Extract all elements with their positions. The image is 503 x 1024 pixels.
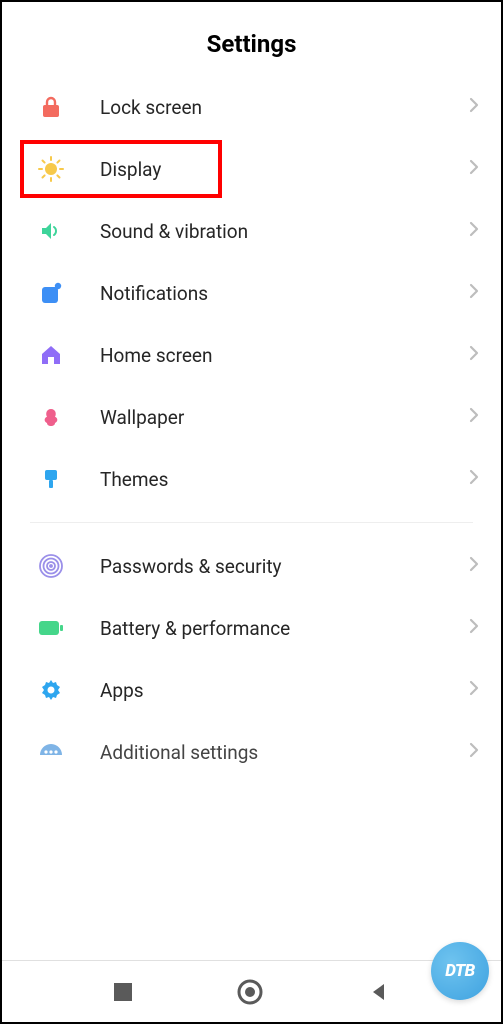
header: Settings [2,2,501,76]
chevron-right-icon [469,742,479,762]
settings-item-label: Notifications [100,282,469,305]
page-title: Settings [2,30,501,58]
settings-item-label: Lock screen [100,96,469,119]
settings-item-notifications[interactable]: Notifications [2,262,501,324]
chevron-right-icon [469,618,479,638]
badge-text: DTB [445,961,474,981]
settings-list: Lock screen Display Sound & vibration No… [2,76,501,954]
settings-item-wallpaper[interactable]: Wallpaper [2,386,501,448]
chevron-right-icon [469,680,479,700]
back-button[interactable] [369,982,389,1002]
settings-item-themes[interactable]: Themes [2,448,501,510]
navigation-bar [2,960,501,1022]
settings-item-label: Themes [100,468,469,491]
chevron-right-icon [469,469,479,489]
home-icon [38,342,64,368]
settings-item-additional[interactable]: Additional settings [2,721,501,765]
chevron-right-icon [469,345,479,365]
flower-icon [38,404,64,430]
settings-item-label: Home screen [100,344,469,367]
settings-item-label: Passwords & security [100,555,469,578]
sun-icon [38,156,64,182]
settings-item-sound[interactable]: Sound & vibration [2,200,501,262]
settings-item-label: Display [100,158,469,181]
chevron-right-icon [469,159,479,179]
settings-item-label: Apps [100,679,469,702]
recents-button[interactable] [114,983,132,1001]
lock-icon [38,94,64,120]
settings-item-label: Additional settings [100,741,469,764]
dots-icon [38,739,64,765]
settings-item-label: Wallpaper [100,406,469,429]
chevron-right-icon [469,283,479,303]
chevron-right-icon [469,556,479,576]
notif-icon [38,280,64,306]
gear-icon [38,677,64,703]
settings-item-label: Sound & vibration [100,220,469,243]
brush-icon [38,466,64,492]
settings-item-label: Battery & performance [100,617,469,640]
settings-item-lock-screen[interactable]: Lock screen [2,76,501,138]
settings-item-home-screen[interactable]: Home screen [2,324,501,386]
chevron-right-icon [469,221,479,241]
chevron-right-icon [469,97,479,117]
settings-item-apps[interactable]: Apps [2,659,501,721]
speaker-icon [38,218,64,244]
fingerprint-icon [38,553,64,579]
settings-item-display[interactable]: Display [2,138,501,200]
dtb-badge: DTB [431,942,489,1000]
home-button[interactable] [236,978,264,1006]
settings-item-battery[interactable]: Battery & performance [2,597,501,659]
divider [30,522,473,523]
settings-item-passwords[interactable]: Passwords & security [2,535,501,597]
battery-icon [38,615,64,641]
chevron-right-icon [469,407,479,427]
